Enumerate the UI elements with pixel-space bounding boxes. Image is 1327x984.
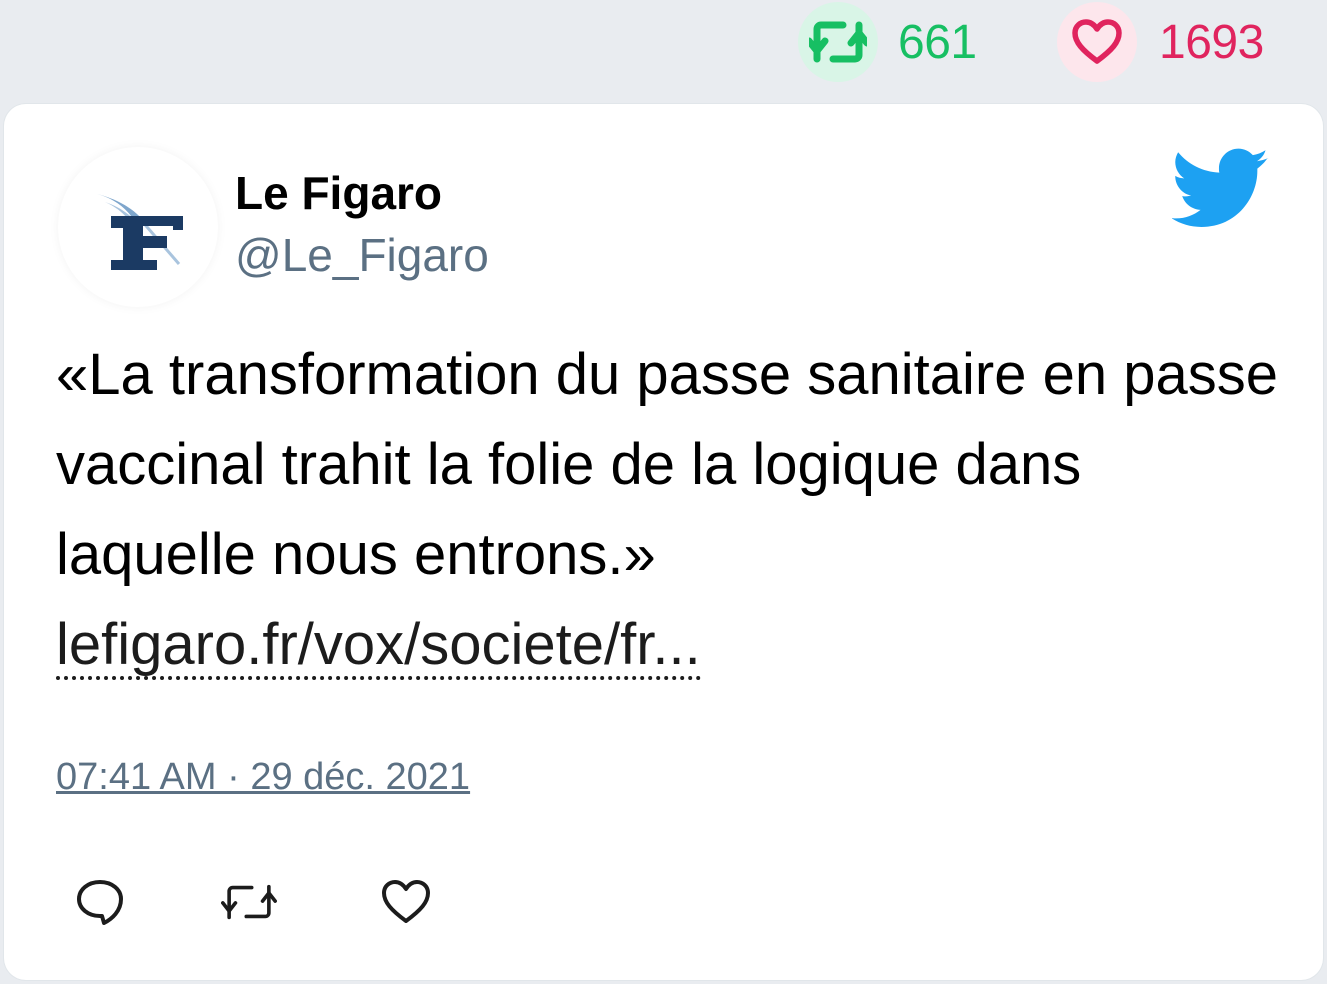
like-count: 1693 (1159, 15, 1264, 69)
twitter-bird-icon[interactable] (1171, 148, 1270, 235)
tweet-link[interactable]: lefigaro.fr/vox/societe/fr... (56, 616, 701, 680)
like-count-stat[interactable]: 1693 (1057, 2, 1264, 82)
tweet-card: Le Figaro @Le_Figaro «La transformation … (4, 104, 1323, 980)
reply-icon (77, 880, 123, 925)
author-handle[interactable]: @Le_Figaro (235, 228, 489, 282)
avatar[interactable] (58, 147, 218, 307)
retweet-count-stat[interactable]: 661 (798, 2, 977, 82)
tweet-text: «La transformation du passe sanitaire en… (56, 342, 1278, 587)
retweet-icon (221, 884, 277, 920)
author-name[interactable]: Le Figaro (235, 166, 442, 220)
engagement-stats: 661 1693 (0, 0, 1327, 100)
like-button[interactable] (378, 874, 434, 930)
tweet-body: «La transformation du passe sanitaire en… (56, 330, 1286, 690)
heart-icon (382, 880, 430, 923)
retweet-icon (809, 21, 867, 63)
retweet-count: 661 (898, 15, 977, 69)
retweet-button[interactable] (221, 874, 277, 930)
heart-icon (1072, 19, 1122, 64)
like-icon-circle (1057, 2, 1137, 82)
reply-button[interactable] (72, 874, 128, 930)
tweet-timestamp[interactable]: 07:41 AM · 29 déc. 2021 (56, 756, 470, 799)
retweet-icon-circle (798, 2, 878, 82)
le-figaro-logo (97, 194, 183, 270)
